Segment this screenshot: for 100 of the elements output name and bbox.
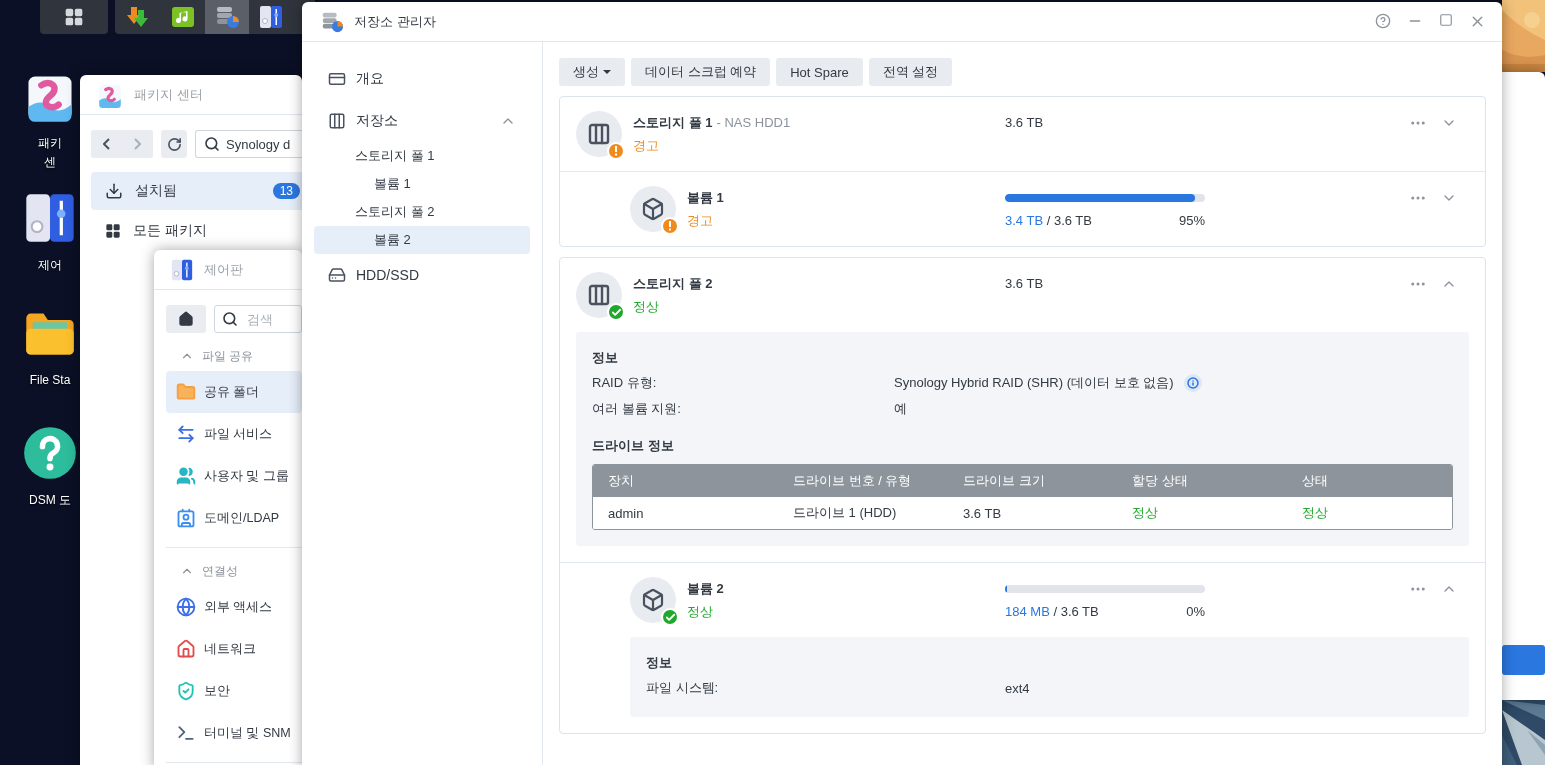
storage-pool-icon	[576, 111, 622, 157]
usage-percent: 95%	[1178, 213, 1205, 228]
settings-item[interactable]: 보안	[166, 670, 302, 712]
sidebar-item[interactable]: 저장소	[314, 100, 530, 142]
settings-item[interactable]: 외부 액세스	[166, 586, 302, 628]
users-icon	[176, 466, 196, 486]
table-cell-text: 정상	[1132, 504, 1159, 522]
settings-item[interactable]: 파일 서비스	[166, 413, 302, 455]
table-cell-text: 3.6 TB	[963, 505, 1003, 521]
chevron-right-icon	[134, 138, 141, 150]
settings-item[interactable]: 도메인/LDAP	[166, 497, 302, 539]
column-header: 할당 상태	[1132, 472, 1189, 490]
info-value: ext4	[1005, 680, 1030, 696]
control-sliders-icon	[170, 257, 194, 282]
nav-item[interactable]: 설치됨 13	[91, 172, 302, 210]
toolbar-button[interactable]: 데이터 스크럽 예약	[631, 58, 771, 86]
search-text: Synology d	[226, 136, 291, 152]
info-icon[interactable]	[1183, 374, 1202, 392]
toolbar-button[interactable]: Hot Spare	[776, 58, 863, 86]
pool-name: 스토리지 풀 2	[633, 274, 713, 293]
column-header: 장치	[608, 472, 635, 490]
info-label: RAID 유형:	[592, 374, 658, 392]
window-title: 저장소 관리자	[354, 12, 436, 31]
table-cell-text: 드라이브 1 (HDD)	[793, 504, 898, 522]
control-sliders-icon	[258, 4, 284, 30]
section-title: 연결성	[202, 562, 238, 580]
storage-pool-icon	[576, 272, 622, 318]
settings-item[interactable]: 사용자 및 그룹	[166, 455, 302, 497]
status-text: 정상	[633, 297, 659, 316]
usage-text: 184 MB / 3.6 TB	[1005, 604, 1099, 619]
caret-icon	[603, 70, 611, 74]
toolbar-button[interactable]: 전역 설정	[868, 58, 953, 86]
shield-check-icon	[176, 681, 196, 701]
volume-name: 볼륨 1	[687, 188, 724, 207]
desktop-icon-label[interactable]: File Sta	[29, 371, 71, 390]
table-cell-text: admin	[608, 505, 645, 521]
help-circle-icon	[22, 425, 78, 481]
pool-size: 3.6 TB	[1005, 276, 1044, 291]
info-value: Synology Hybrid RAID (SHR) (데이터 보호 없음)	[894, 374, 1174, 392]
section-title: 정보	[646, 654, 673, 672]
help-icon[interactable]	[1375, 13, 1391, 30]
globe-icon	[176, 597, 196, 617]
grid-icon	[105, 223, 121, 239]
refresh-icon	[166, 136, 182, 152]
sidebar-item[interactable]: 스토리지 풀 2	[314, 198, 530, 226]
folder-icon	[176, 382, 196, 402]
desktop-icon-label[interactable]: 패키 센	[38, 134, 62, 172]
house-icon	[176, 639, 196, 659]
nav-item[interactable]: 모든 패키지	[91, 212, 302, 250]
settings-item[interactable]: 네트워크	[166, 628, 302, 670]
file-transfer-icon	[176, 424, 196, 444]
search-field[interactable]: 검색	[214, 305, 302, 333]
desktop-icon-label[interactable]: DSM 도	[29, 491, 71, 510]
home-icon	[178, 311, 194, 327]
usage-percent: 0%	[1186, 604, 1205, 619]
music-note-icon	[170, 4, 196, 30]
section-title: 드라이브 정보	[592, 437, 675, 455]
pool-name: 스토리지 풀 1	[633, 113, 713, 132]
window-title: 제어판	[204, 260, 243, 279]
window-title: 패키지 센터	[134, 85, 203, 104]
pool-size: 3.6 TB	[1005, 115, 1044, 130]
volume-name: 볼륨 2	[687, 579, 724, 598]
section-title: 파일 공유	[202, 347, 254, 365]
hard-drive-icon	[328, 266, 346, 284]
desktop-icon-label[interactable]: 제어	[38, 256, 62, 275]
volume-icon	[630, 577, 676, 623]
dropdown-button[interactable]: 생성	[559, 58, 625, 86]
table-cell-text: 정상	[1302, 504, 1329, 522]
info-value: 예	[894, 400, 907, 418]
home-button[interactable]	[166, 305, 206, 333]
settings-item[interactable]: 공유 폴더	[166, 371, 302, 413]
status-text: 정상	[687, 602, 713, 621]
sidebar-item[interactable]: 볼륨 2	[314, 226, 530, 254]
column-header: 드라이브 번호 / 유형	[793, 472, 913, 490]
card-icon	[328, 70, 346, 88]
search-field[interactable]: Synology d	[195, 130, 302, 158]
sidebar-item[interactable]: 볼륨 1	[314, 170, 530, 198]
info-label: 여러 볼륨 지원:	[592, 400, 682, 418]
terminal-icon	[176, 723, 196, 743]
column-header: 드라이브 크기	[963, 472, 1046, 490]
status-text: 경고	[633, 136, 659, 155]
columns-icon	[328, 112, 346, 130]
count-badge: 13	[272, 183, 300, 199]
search-icon	[222, 311, 238, 327]
storage-database-icon	[214, 4, 240, 30]
volume-icon	[630, 186, 676, 232]
settings-item[interactable]: 터미널 및 SNM	[166, 712, 302, 754]
chevron-left-icon	[103, 138, 110, 150]
column-header: 상태	[1302, 472, 1329, 490]
usage-text: 3.4 TB / 3.6 TB	[1005, 213, 1092, 228]
refresh-button[interactable]	[161, 130, 187, 158]
download-icon	[105, 182, 123, 200]
contact-card-icon	[176, 508, 196, 528]
section-title: 정보	[592, 349, 619, 367]
sidebar-item[interactable]: 개요	[314, 58, 530, 100]
pool-subtitle: - NAS HDD1	[716, 115, 791, 130]
sidebar-item[interactable]: 스토리지 풀 1	[314, 142, 530, 170]
search-icon	[204, 136, 220, 152]
sidebar-item[interactable]: HDD/SSD	[314, 254, 530, 296]
info-label: 파일 시스템:	[646, 679, 720, 697]
